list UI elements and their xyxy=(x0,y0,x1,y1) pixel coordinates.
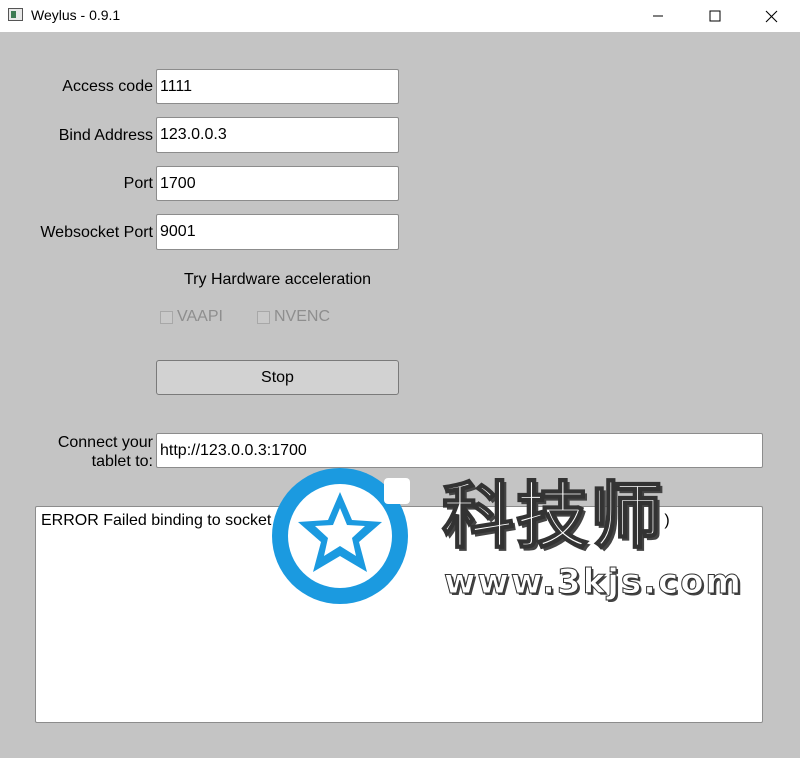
nvenc-label: NVENC xyxy=(274,308,331,325)
hardware-acceleration-title: Try Hardware acceleration xyxy=(184,271,372,288)
connect-label-line2: tablet to: xyxy=(91,453,153,470)
watermark-site: www.3kjs.com xyxy=(444,562,743,602)
watermark-logo-icon xyxy=(272,468,410,604)
nvenc-checkbox-box[interactable] xyxy=(257,310,270,324)
maximize-button[interactable] xyxy=(686,0,743,32)
stop-button[interactable]: Stop xyxy=(156,360,399,395)
log-message-start: ERROR Failed binding to socket xyxy=(41,512,272,529)
access-code-label: Access code xyxy=(62,78,153,95)
websocket-port-label: Websocket Port xyxy=(40,224,153,241)
bind-address-input[interactable] xyxy=(156,117,399,153)
vaapi-checkbox-box[interactable] xyxy=(160,310,173,324)
vaapi-label: VAAPI xyxy=(177,308,223,325)
minimize-icon xyxy=(652,15,663,17)
watermark: 科技师 www.3kjs.com xyxy=(266,458,742,618)
minimize-button[interactable] xyxy=(629,0,686,32)
nvenc-checkbox[interactable]: NVENC xyxy=(257,308,330,326)
title-bar: Weylus - 0.9.1 xyxy=(0,0,800,32)
websocket-port-input[interactable] xyxy=(156,214,399,250)
access-code-input[interactable] xyxy=(156,69,399,104)
maximize-icon xyxy=(709,10,720,22)
connect-label-line1: Connect your xyxy=(57,434,153,451)
vaapi-checkbox[interactable]: VAAPI xyxy=(160,308,223,326)
close-button[interactable] xyxy=(743,0,800,32)
port-input[interactable] xyxy=(156,166,399,201)
port-label: Port xyxy=(123,175,153,192)
watermark-brand: 科技师 xyxy=(441,474,665,558)
app-icon xyxy=(8,8,23,21)
window-title: Weylus - 0.9.1 xyxy=(31,7,121,23)
close-icon xyxy=(765,10,778,22)
bind-address-label: Bind Address xyxy=(58,127,153,144)
